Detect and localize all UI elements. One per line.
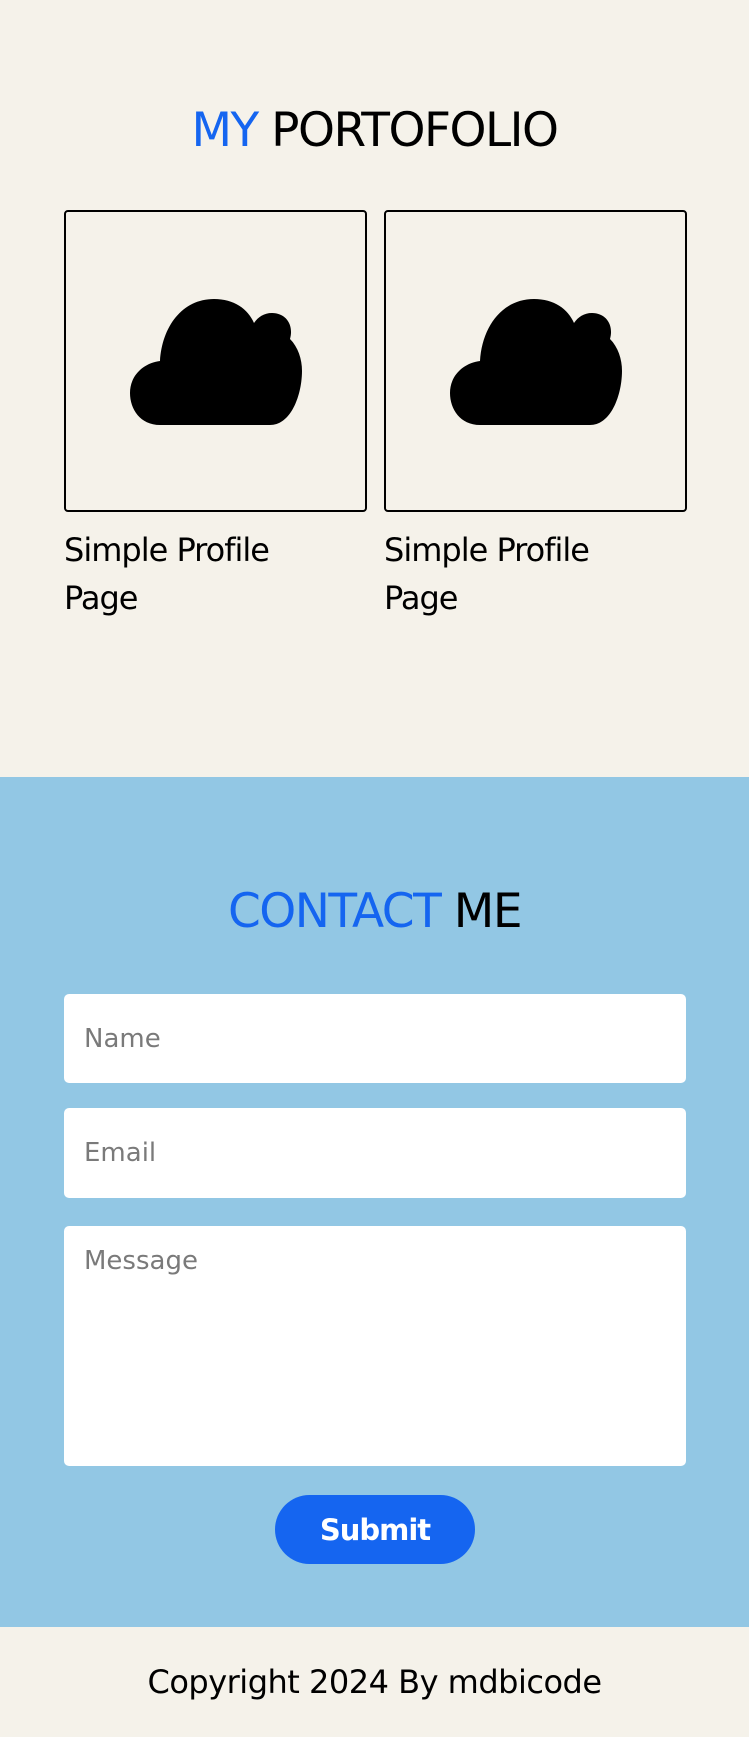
portfolio-section: MY PORTOFOLIO Simple Profile Page Simple… [0, 0, 749, 777]
copyright-text: Copyright 2024 By mdbicode [147, 1663, 602, 1701]
contact-title-accent: CONTACT [227, 884, 442, 939]
portfolio-card[interactable]: Simple Profile Page [384, 210, 687, 622]
cloud-icon [449, 299, 622, 425]
contact-title: CONTACT ME [0, 884, 749, 939]
portfolio-card-thumbnail[interactable] [64, 210, 367, 512]
portfolio-card-thumbnail[interactable] [384, 210, 687, 512]
cloud-icon [129, 299, 302, 425]
submit-button[interactable]: Submit [275, 1495, 475, 1564]
portfolio-card-title[interactable]: Simple Profile Page [64, 526, 367, 622]
footer: Copyright 2024 By mdbicode [0, 1627, 749, 1737]
email-input[interactable] [64, 1108, 686, 1198]
portfolio-title-rest: PORTOFOLIO [271, 103, 559, 158]
portfolio-title-accent: MY [191, 103, 259, 158]
portfolio-card-title[interactable]: Simple Profile Page [384, 526, 687, 622]
message-textarea[interactable] [64, 1226, 686, 1466]
portfolio-card[interactable]: Simple Profile Page [64, 210, 367, 622]
name-input[interactable] [64, 994, 686, 1083]
contact-title-rest: ME [453, 884, 523, 939]
portfolio-title: MY PORTOFOLIO [0, 103, 749, 158]
